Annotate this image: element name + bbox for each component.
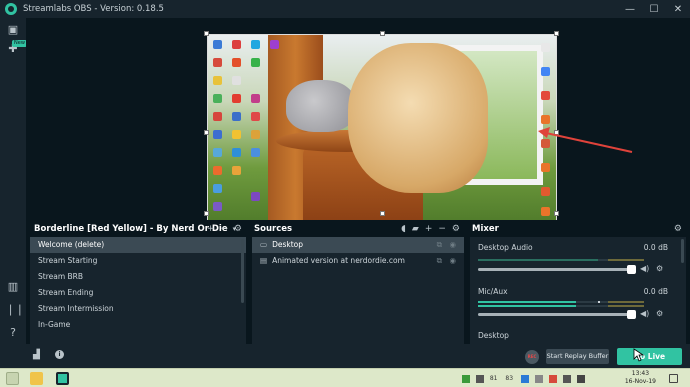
channel-gear-icon[interactable]: ⚙ bbox=[656, 309, 663, 318]
channel-name: Desktop Audio bbox=[478, 243, 533, 252]
source-label: Desktop bbox=[272, 240, 304, 249]
maximize-button[interactable]: ☐ bbox=[642, 0, 666, 18]
channel-name: Desktop bbox=[478, 331, 509, 340]
scenes-panel: Borderline [Red Yellow] - By Nerd Or Die… bbox=[30, 220, 246, 344]
lock-icon[interactable]: ⧉ bbox=[437, 253, 442, 269]
scene-settings-gear-icon[interactable]: ⚙ bbox=[234, 224, 242, 234]
volume-slider[interactable] bbox=[478, 265, 636, 274]
tray-icon[interactable] bbox=[562, 374, 571, 383]
scene-item[interactable]: Stream Ending bbox=[30, 285, 246, 301]
window-title: Streamlabs OBS - Version: 0.18.5 bbox=[23, 4, 164, 14]
info-icon[interactable]: i bbox=[55, 350, 64, 359]
channel-db: 0.0 dB bbox=[643, 243, 668, 252]
close-button[interactable]: ✕ bbox=[666, 0, 690, 18]
tray-icon[interactable] bbox=[534, 374, 543, 383]
tray-icon[interactable] bbox=[475, 374, 484, 383]
image-icon: ▤ bbox=[260, 256, 268, 265]
lock-icon[interactable]: ⧉ bbox=[437, 237, 442, 253]
scene-collection-name[interactable]: Borderline [Red Yellow] - By Nerd Or Die bbox=[34, 224, 228, 234]
tray-icon[interactable] bbox=[520, 374, 529, 383]
streamlabs-logo-icon bbox=[5, 3, 17, 15]
mixer-panel: Mixer ⚙ Desktop Audio 0.0 dB ◀) ⚙ Mic/Au… bbox=[470, 220, 686, 344]
layout-icon[interactable]: ❘❘ bbox=[6, 303, 24, 317]
help-icon[interactable]: ? bbox=[6, 326, 20, 340]
studio-footer: ▟ i REC Start Replay Buffer Go Live bbox=[0, 344, 690, 368]
scene-item[interactable]: Stream BRB bbox=[30, 269, 246, 285]
volume-tray-icon[interactable] bbox=[576, 374, 585, 383]
add-scene-button[interactable]: + bbox=[207, 224, 215, 234]
title-bar: Streamlabs OBS - Version: 0.18.5 — ☐ ✕ bbox=[0, 0, 690, 18]
clip-icon[interactable]: ▥ bbox=[6, 280, 20, 294]
channel-db: 0.0 dB bbox=[643, 287, 668, 296]
monitor-icon: ▭ bbox=[260, 240, 268, 249]
windows-taskbar: 81 83 13:43 16-Nov-19 bbox=[0, 368, 690, 387]
volume-meter bbox=[478, 259, 644, 261]
volume-slider[interactable] bbox=[478, 310, 636, 319]
mixer-channels: Desktop Audio 0.0 dB ◀) ⚙ Mic/Aux 0.0 dB bbox=[470, 237, 686, 344]
new-badge: New bbox=[12, 40, 27, 47]
sources-title: Sources bbox=[254, 223, 293, 234]
clock-date: 16-Nov-19 bbox=[624, 378, 656, 385]
performance-chart-icon[interactable]: ▟ bbox=[33, 350, 40, 360]
taskbar-app-icon[interactable] bbox=[6, 372, 19, 385]
audio-source-icon[interactable]: ◖ bbox=[401, 224, 406, 234]
clock-time: 13:43 bbox=[631, 370, 650, 377]
editor-dock: Borderline [Red Yellow] - By Nerd Or Die… bbox=[26, 220, 690, 344]
source-item[interactable]: ▭ Desktop ⧉ ◉ bbox=[252, 237, 464, 253]
streamlabs-taskbar-icon[interactable] bbox=[56, 372, 69, 385]
volume-meter bbox=[478, 301, 644, 303]
mixer-settings-gear-icon[interactable]: ⚙ bbox=[674, 224, 682, 234]
tray-icon[interactable] bbox=[548, 374, 557, 383]
mixer-scrollbar[interactable] bbox=[681, 239, 684, 263]
slider-knob[interactable] bbox=[627, 265, 636, 274]
speaker-icon[interactable]: ◀) bbox=[640, 309, 649, 318]
record-button[interactable]: REC bbox=[525, 350, 539, 364]
scene-item[interactable]: In-Game bbox=[30, 317, 246, 333]
notification-icon[interactable] bbox=[669, 374, 678, 383]
source-label: Animated version at nerdordie.com bbox=[272, 256, 405, 265]
channel-name: Mic/Aux bbox=[478, 287, 508, 296]
studio-icon[interactable]: ▣ bbox=[6, 23, 20, 37]
folder-icon[interactable]: ▰ bbox=[412, 224, 419, 234]
mixer-title: Mixer bbox=[472, 223, 499, 234]
file-explorer-icon[interactable] bbox=[30, 372, 43, 385]
start-replay-buffer-button[interactable]: Start Replay Buffer bbox=[546, 349, 609, 364]
left-sidebar: ▣ ✚ New ▥ ❘❘ ? ⚙ bbox=[0, 18, 27, 368]
remove-source-button[interactable]: − bbox=[438, 224, 446, 234]
eye-icon[interactable]: ◉ bbox=[449, 253, 456, 269]
source-list: ▭ Desktop ⧉ ◉ ▤ Animated version at nerdor… bbox=[252, 237, 464, 344]
tray-icon[interactable] bbox=[462, 374, 470, 383]
eye-icon[interactable]: ◉ bbox=[449, 237, 456, 253]
preview-area bbox=[26, 18, 690, 233]
tray-number: 83 bbox=[505, 375, 514, 382]
source-item[interactable]: ▤ Animated version at nerdordie.com ⧉ ◉ bbox=[252, 253, 464, 269]
source-settings-gear-icon[interactable]: ⚙ bbox=[452, 224, 460, 234]
channel-gear-icon[interactable]: ⚙ bbox=[656, 264, 663, 273]
speaker-icon[interactable]: ◀) bbox=[640, 264, 649, 273]
red-arrow-annotation bbox=[538, 127, 633, 153]
remove-scene-button[interactable]: − bbox=[220, 224, 228, 234]
volume-meter bbox=[478, 305, 644, 307]
window-controls: — ☐ ✕ bbox=[618, 0, 690, 18]
scene-list: Welcome (delete) Stream Starting Stream … bbox=[30, 237, 246, 344]
system-tray: 81 83 bbox=[462, 369, 589, 387]
add-source-button[interactable]: + bbox=[425, 224, 433, 234]
tray-number: 81 bbox=[489, 375, 498, 382]
taskbar-clock[interactable]: 13:43 16-Nov-19 bbox=[625, 370, 656, 386]
scene-item[interactable]: Welcome (delete) bbox=[30, 237, 246, 253]
scene-item[interactable]: Stream Starting bbox=[30, 253, 246, 269]
slider-knob[interactable] bbox=[627, 310, 636, 319]
scene-item[interactable]: Stream Intermission bbox=[30, 301, 246, 317]
minimize-button[interactable]: — bbox=[618, 0, 642, 18]
sources-panel: Sources ◖ ▰ + − ⚙ ▭ Desktop ⧉ ◉ ▤ Animated… bbox=[252, 220, 464, 344]
scenes-scrollbar[interactable] bbox=[241, 239, 244, 303]
mouse-cursor-icon bbox=[633, 348, 645, 362]
go-live-button[interactable]: Go Live bbox=[617, 348, 682, 365]
